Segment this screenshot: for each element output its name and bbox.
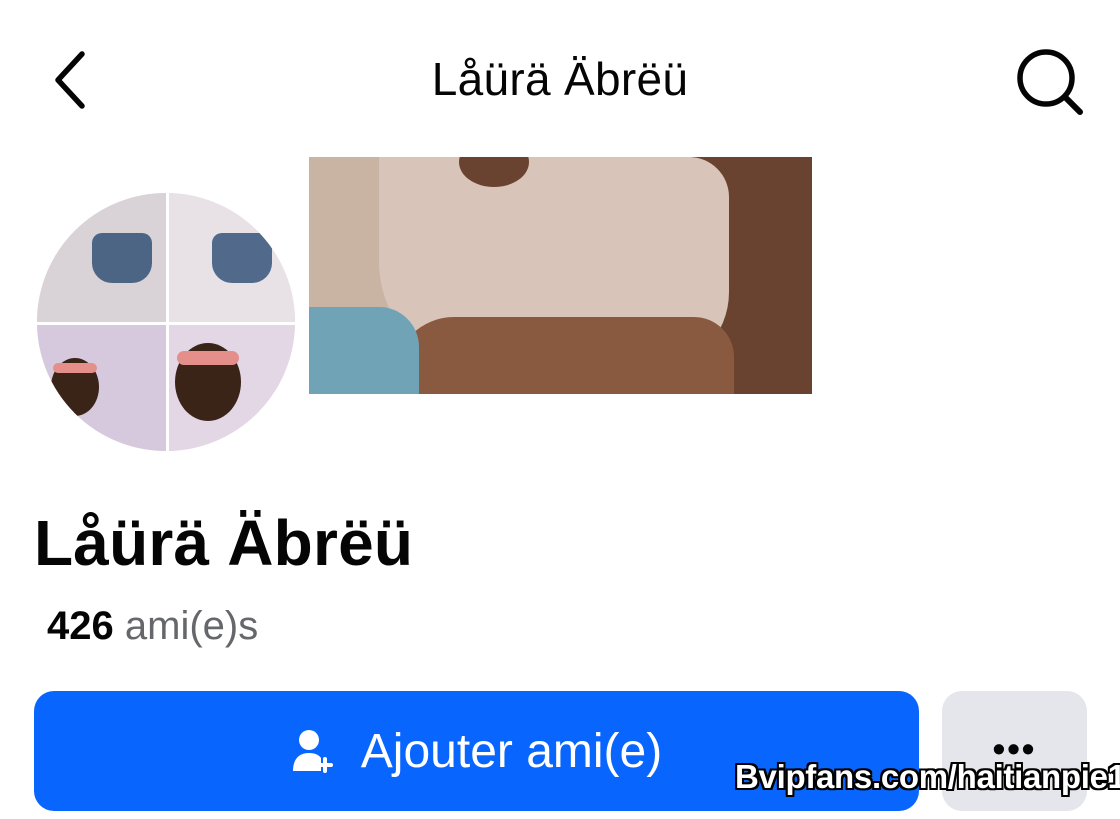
profile-picture[interactable] [34,190,298,454]
friends-count: 426 [47,604,114,648]
page-title: Låürä Äbrëü [431,53,689,105]
search-button[interactable] [1010,44,1090,120]
profile-name: Låürä Äbrëü [34,507,414,579]
cover-photo[interactable] [309,157,812,394]
friends-count-link[interactable]: 426 ami(e)s [47,604,258,649]
watermark-text: Bvipfans.com/haitianpie18 [735,758,1120,795]
search-icon [1017,49,1083,115]
friends-label: ami(e)s [124,604,259,648]
top-nav-bar: Låürä Äbrëü [0,0,1120,150]
add-friend-label: Ajouter ami(e) [360,724,663,778]
add-person-icon [292,730,333,773]
